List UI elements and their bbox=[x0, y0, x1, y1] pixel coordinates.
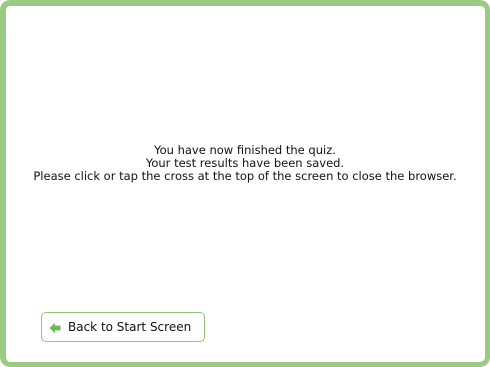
completion-message: You have now finished the quiz. Your tes… bbox=[0, 144, 490, 183]
back-arrow-icon bbox=[49, 321, 61, 334]
message-line-close-instructions: Please click or tap the cross at the top… bbox=[33, 169, 457, 183]
back-to-start-label: Back to Start Screen bbox=[68, 320, 192, 334]
back-to-start-button[interactable]: Back to Start Screen bbox=[41, 312, 205, 342]
